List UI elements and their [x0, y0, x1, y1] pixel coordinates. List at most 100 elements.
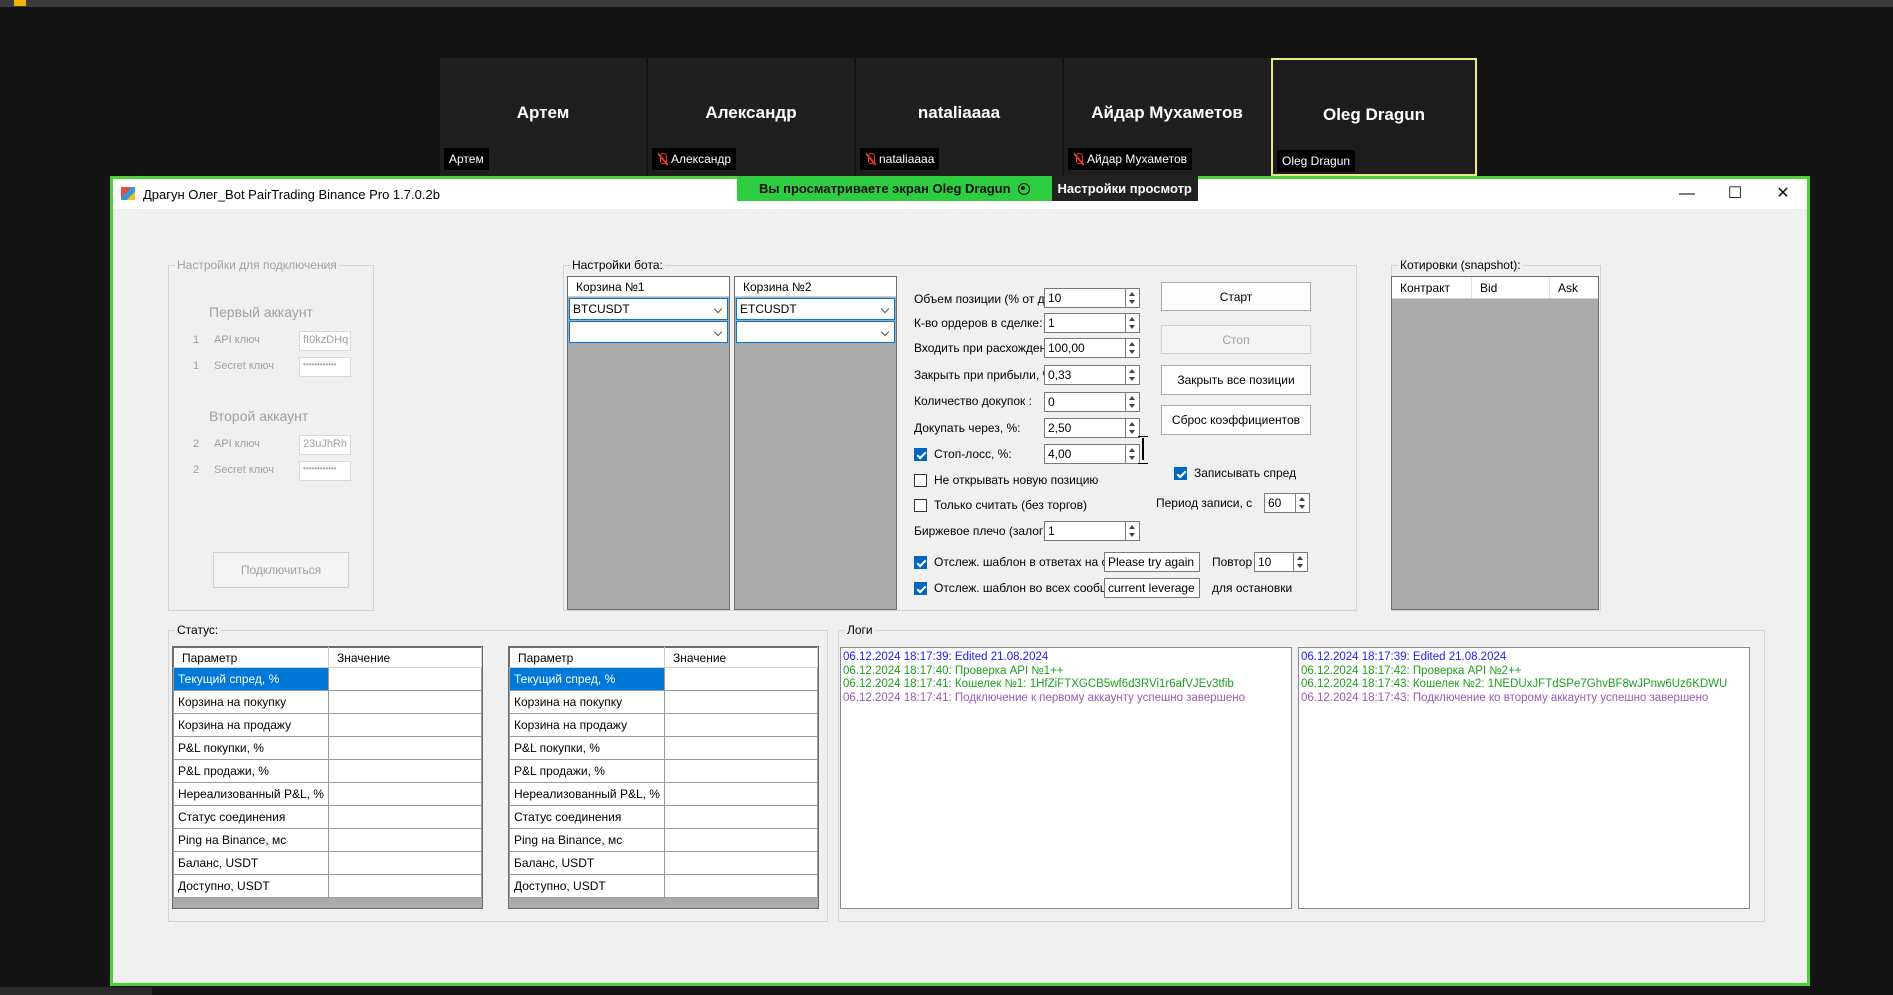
participant-tile[interactable]: Артем Артем: [440, 58, 646, 176]
start-button[interactable]: Старт: [1161, 282, 1311, 311]
value-cell[interactable]: [663, 782, 819, 806]
value-cell[interactable]: [327, 736, 483, 760]
table-row[interactable]: Ping на Binance, мс: [509, 828, 819, 852]
table-row[interactable]: Статус соединения: [509, 805, 819, 829]
minimize-button[interactable]: —: [1667, 182, 1707, 206]
quotes-grid[interactable]: Контракт Bid Ask: [1391, 276, 1599, 610]
first-secret-key-input[interactable]: ••••••••••••: [299, 357, 351, 377]
no-new-position-checkbox[interactable]: [914, 474, 927, 487]
enter-divergence-input[interactable]: 100,00: [1044, 338, 1126, 358]
table-row[interactable]: P&L продажи, %: [509, 759, 819, 783]
table-row[interactable]: Ping на Binance, мс: [173, 828, 483, 852]
value-cell[interactable]: [327, 713, 483, 737]
value-cell[interactable]: [663, 736, 819, 760]
log-panel-left[interactable]: 06.12.2024 18:17:39: Edited 21.08.2024 06…: [840, 647, 1292, 909]
spinner-arrows-icon[interactable]: [1126, 418, 1140, 438]
record-period-input[interactable]: 60: [1264, 493, 1296, 513]
value-cell[interactable]: [663, 851, 819, 875]
basket-2-symbol-combo-2[interactable]: [736, 321, 895, 343]
value-cell[interactable]: [327, 874, 483, 898]
basket-1-list[interactable]: Корзина №1 BTCUSDT: [567, 276, 730, 610]
table-row[interactable]: Нереализованный P&L, %: [173, 782, 483, 806]
participant-tile[interactable]: Айдар Мухаметов Айдар Мухаметов: [1064, 58, 1270, 176]
stop-loss-checkbox[interactable]: [914, 448, 927, 461]
table-row[interactable]: Корзина на продажу: [173, 713, 483, 737]
close-button[interactable]: ✕: [1763, 182, 1803, 206]
basket-1-symbol-combo-2[interactable]: [569, 321, 728, 343]
participant-tile[interactable]: nataliaaaa nataliaaaa: [856, 58, 1062, 176]
maximize-button[interactable]: ☐: [1715, 182, 1755, 206]
value-cell[interactable]: [327, 805, 483, 829]
value-cell[interactable]: [663, 874, 819, 898]
table-row[interactable]: Доступно, USDT: [509, 874, 819, 898]
spinner-arrows-icon[interactable]: [1296, 493, 1310, 513]
view-settings-button[interactable]: Настройки просмотр: [1051, 176, 1198, 201]
value-cell[interactable]: [327, 667, 483, 691]
track-all-input[interactable]: current leverage: [1104, 578, 1200, 598]
stop-button[interactable]: Стоп: [1161, 325, 1311, 354]
second-api-key-input[interactable]: 23uJhRh: [299, 435, 351, 455]
value-cell[interactable]: [663, 759, 819, 783]
table-row[interactable]: Доступно, USDT: [173, 874, 483, 898]
value-cell[interactable]: [663, 805, 819, 829]
parameter-cell: P&L продажи, %: [173, 759, 329, 783]
status-table[interactable]: Параметр Значение Текущий спред, % Корзина …: [173, 647, 483, 898]
table-row[interactable]: Корзина на покупку: [173, 690, 483, 714]
second-secret-key-input[interactable]: ••••••••••••: [299, 461, 351, 481]
table-row[interactable]: Баланс, USDT: [509, 851, 819, 875]
value-cell[interactable]: [327, 851, 483, 875]
add-count-input[interactable]: 0: [1044, 392, 1126, 412]
spinner-arrows-icon[interactable]: [1126, 313, 1140, 333]
connect-button[interactable]: Подключиться: [213, 552, 349, 588]
value-cell[interactable]: [663, 667, 819, 691]
table-row[interactable]: P&L продажи, %: [173, 759, 483, 783]
value-cell[interactable]: [327, 759, 483, 783]
record-spread-checkbox[interactable]: [1174, 467, 1187, 480]
table-row[interactable]: P&L покупки, %: [173, 736, 483, 760]
value-cell[interactable]: [327, 828, 483, 852]
table-row[interactable]: Баланс, USDT: [173, 851, 483, 875]
add-step-input[interactable]: 2,50: [1044, 418, 1126, 438]
table-row[interactable]: P&L покупки, %: [509, 736, 819, 760]
leverage-input[interactable]: 1: [1044, 521, 1126, 541]
table-row[interactable]: Нереализованный P&L, %: [509, 782, 819, 806]
spinner-arrows-icon[interactable]: [1126, 365, 1140, 385]
basket-2-list[interactable]: Корзина №2 ETCUSDT: [734, 276, 897, 610]
reset-coefficients-button[interactable]: Сброс коэффициентов: [1161, 405, 1311, 435]
spinner-arrows-icon[interactable]: [1294, 552, 1308, 572]
stop-loss-input[interactable]: 4,00: [1044, 444, 1126, 464]
track-orders-input[interactable]: Please try again: [1104, 552, 1200, 572]
table-row[interactable]: Корзина на продажу: [509, 713, 819, 737]
table-row[interactable]: Текущий спред, %: [173, 667, 483, 691]
track-all-checkbox[interactable]: [914, 582, 927, 595]
table-row[interactable]: Текущий спред, %: [509, 667, 819, 691]
value-cell[interactable]: [663, 713, 819, 737]
table-row[interactable]: Статус соединения: [173, 805, 483, 829]
repeat-input[interactable]: 10: [1254, 552, 1294, 572]
value-cell[interactable]: [327, 690, 483, 714]
orders-count-input[interactable]: 1: [1044, 313, 1126, 333]
value-cell[interactable]: [327, 782, 483, 806]
value-cell[interactable]: [663, 828, 819, 852]
participant-tile-active[interactable]: Oleg Dragun Oleg Dragun: [1271, 58, 1477, 176]
status-table[interactable]: Параметр Значение Текущий спред, % Корзина …: [509, 647, 819, 898]
value-cell[interactable]: [663, 690, 819, 714]
first-api-key-input[interactable]: fI0kzDHq: [299, 331, 351, 351]
close-all-positions-button[interactable]: Закрыть все позиции: [1161, 365, 1311, 395]
table-row[interactable]: Корзина на покупку: [509, 690, 819, 714]
basket-1-symbol-combo[interactable]: BTCUSDT: [569, 298, 728, 320]
status-grid-1[interactable]: Параметр Значение Текущий спред, % Корзина …: [172, 646, 483, 909]
participant-tile[interactable]: Александр Александр: [648, 58, 854, 176]
take-profit-input[interactable]: 0,33: [1044, 365, 1126, 385]
spinner-arrows-icon[interactable]: [1126, 288, 1140, 308]
basket-2-symbol-combo[interactable]: ETCUSDT: [736, 298, 895, 320]
track-orders-checkbox[interactable]: [914, 556, 927, 569]
log-panel-right[interactable]: 06.12.2024 18:17:39: Edited 21.08.2024 06…: [1298, 647, 1750, 909]
position-volume-input[interactable]: 10: [1044, 288, 1126, 308]
parameter-cell: P&L продажи, %: [509, 759, 665, 783]
spinner-arrows-icon[interactable]: [1126, 392, 1140, 412]
spinner-arrows-icon[interactable]: [1126, 521, 1140, 541]
status-grid-2[interactable]: Параметр Значение Текущий спред, % Корзина …: [508, 646, 819, 909]
spinner-arrows-icon[interactable]: [1126, 338, 1140, 358]
only-count-checkbox[interactable]: [914, 499, 927, 512]
